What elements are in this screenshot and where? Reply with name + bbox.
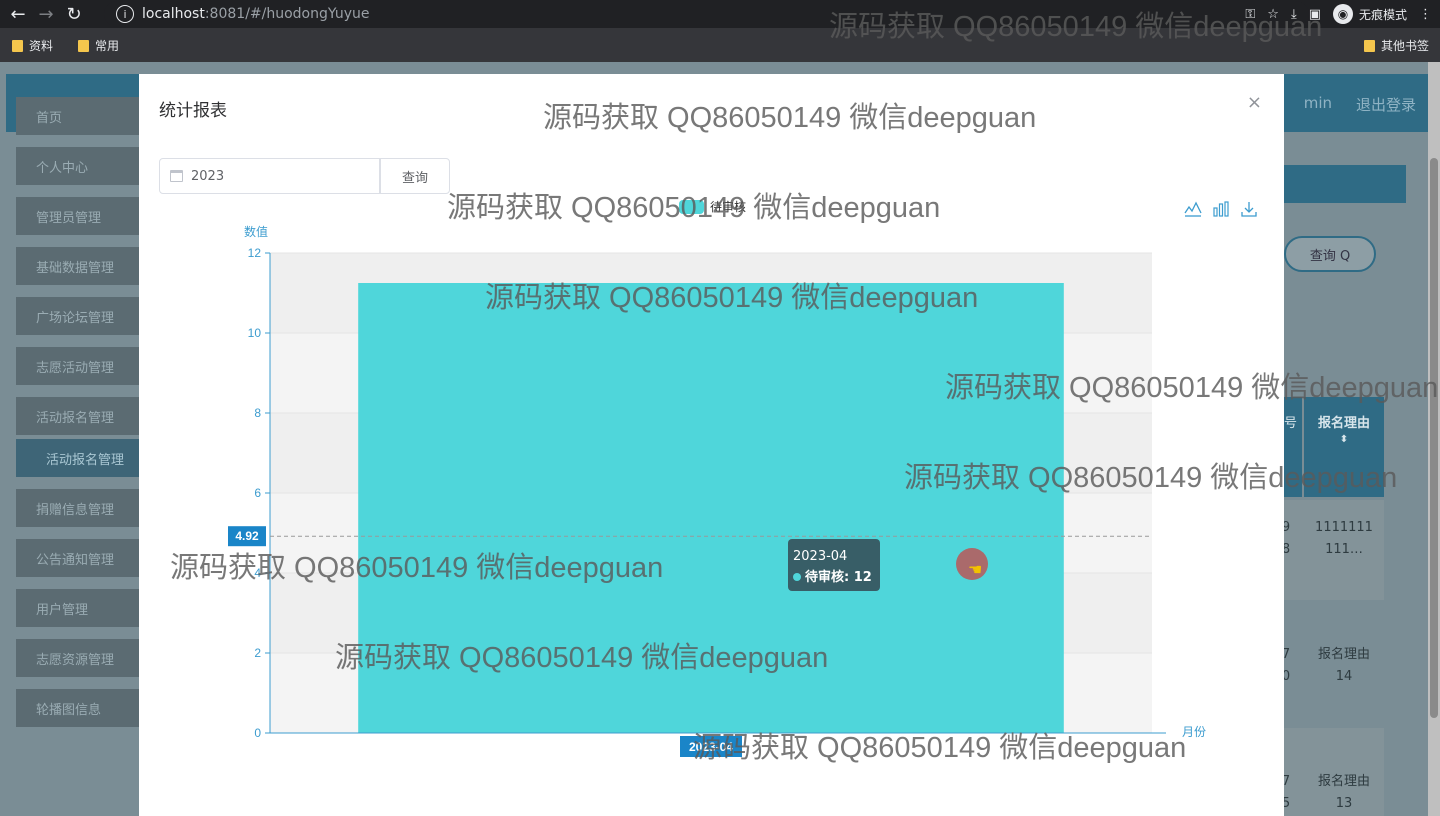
bg-search-bar: [1284, 165, 1406, 203]
sort-icon[interactable]: ⬍: [1340, 434, 1348, 445]
folder-icon: [12, 39, 23, 52]
browser-titlebar: ← → ↻ i localhost:8081/#/huodongYuyue ⚿ …: [0, 0, 1440, 28]
logout-link[interactable]: 退出登录: [1356, 94, 1416, 115]
sidebar-item-users[interactable]: 用户管理: [16, 589, 140, 627]
y-tick-label: 2: [254, 646, 261, 660]
header-username: min: [1303, 94, 1332, 112]
bg-cell-reason: 1111111 111…: [1315, 520, 1373, 557]
download-icon[interactable]: ⤓: [1291, 7, 1297, 22]
sidebar-item-resources[interactable]: 志愿资源管理: [16, 639, 140, 677]
bookmark-label: 资料: [29, 39, 54, 53]
incognito-icon: ◉: [1332, 4, 1353, 24]
bookmark-folder-1[interactable]: 资料: [12, 37, 53, 54]
reload-icon[interactable]: ↻: [60, 4, 88, 25]
bookmark-folder-2[interactable]: 常用: [78, 37, 119, 54]
incognito-label: 无痕模式: [1358, 7, 1407, 22]
bg-query-button[interactable]: 查询 Q: [1284, 236, 1376, 272]
y-tick-label: 12: [248, 246, 262, 260]
sidepanel-icon[interactable]: ▣: [1309, 7, 1321, 22]
info-icon[interactable]: i: [116, 5, 134, 23]
browser-nav: ← → ↻: [4, 2, 88, 26]
sidebar-item-forum[interactable]: 广场论坛管理: [16, 297, 140, 335]
tooltip-series: 待审核: [805, 570, 845, 585]
key-icon[interactable]: ⚿: [1245, 7, 1255, 22]
sidebar-item-base-data[interactable]: 基础数据管理: [16, 247, 140, 285]
other-bookmarks[interactable]: 其他书签: [1364, 37, 1429, 54]
y-tick-label: 0: [254, 726, 261, 740]
forward-icon[interactable]: →: [32, 4, 60, 25]
y-tick-label: 6: [254, 486, 261, 500]
y-axis-title: 数值: [244, 224, 268, 239]
address-bar[interactable]: i localhost:8081/#/huodongYuyue: [104, 1, 1309, 27]
sidebar-item-home[interactable]: 首页: [16, 97, 140, 135]
folder-icon: [1364, 39, 1375, 52]
sidebar-item-donations[interactable]: 捐赠信息管理: [16, 489, 140, 527]
scrollbar-thumb[interactable]: [1430, 158, 1438, 718]
x-axis-title: 月份: [1182, 725, 1206, 739]
bar-chart: 0 2 4 6 8 10 12 数值月份 4.92 2023-04: [228, 224, 1206, 757]
sidebar-item-notices[interactable]: 公告通知管理: [16, 539, 140, 577]
url-host: localhost: [142, 6, 205, 22]
bg-table-header-reason[interactable]: 报名理由 ⬍: [1304, 397, 1384, 497]
bookmark-label: 常用: [95, 39, 120, 53]
sidebar-subitem-signups[interactable]: 活动报名管理: [16, 439, 140, 477]
chart-tooltip: 2023-04 待审核: 12: [788, 539, 880, 591]
bg-table-header-id: 号: [1284, 397, 1302, 497]
tooltip-title: 2023-04: [793, 549, 848, 564]
report-dialog: 统计报表 × 2023 查询 待审核 0 2 4 6 8 10 12 数值 月份 4.92 2023…: [139, 74, 1284, 816]
menu-icon[interactable]: ⋮: [1419, 7, 1432, 22]
bg-cell-reason: 报名理由 14: [1317, 647, 1370, 684]
axis-pointer-y-label: 4.92: [235, 529, 259, 543]
bookmarks-bar: 资料 常用 其他书签: [0, 28, 1440, 62]
bg-table-header-label: 报名理由: [1317, 416, 1370, 431]
tooltip-row: 待审核: 12: [793, 567, 875, 588]
sidebar-item-signups[interactable]: 活动报名管理: [16, 397, 140, 435]
sidebar-item-profile[interactable]: 个人中心: [16, 147, 140, 185]
star-icon[interactable]: ☆: [1267, 7, 1279, 22]
y-tick-label: 4: [254, 566, 261, 580]
sidebar-item-carousel[interactable]: 轮播图信息: [16, 689, 140, 727]
tooltip-value: 12: [853, 570, 872, 585]
url-path: :8081/#/huodongYuyue: [204, 6, 370, 22]
back-icon[interactable]: ←: [4, 4, 32, 25]
sidebar-item-admins[interactable]: 管理员管理: [16, 197, 140, 235]
incognito-indicator[interactable]: ◉ 无痕模式: [1332, 4, 1407, 24]
bg-cell-reason: 报名理由 13: [1317, 774, 1370, 811]
bar: [358, 283, 1064, 733]
sidebar: 首页 个人中心 管理员管理 基础数据管理 广场论坛管理 志愿活动管理 活动报名管…: [16, 97, 140, 739]
page-scrollbar[interactable]: [1428, 62, 1440, 816]
y-tick-label: 8: [254, 406, 261, 420]
browser-actions: ⚿ ☆ ⤓ ▣ ◉ 无痕模式 ⋮: [1245, 2, 1432, 26]
y-tick-label: 10: [248, 326, 262, 340]
other-bookmarks-label: 其他书签: [1381, 39, 1430, 53]
axis-pointer-x-label: 2023-04: [689, 740, 733, 754]
tooltip-dot: [793, 573, 801, 581]
hand-cursor-icon: ☚: [968, 560, 983, 579]
folder-icon: [78, 39, 89, 52]
sidebar-item-activities[interactable]: 志愿活动管理: [16, 347, 140, 385]
